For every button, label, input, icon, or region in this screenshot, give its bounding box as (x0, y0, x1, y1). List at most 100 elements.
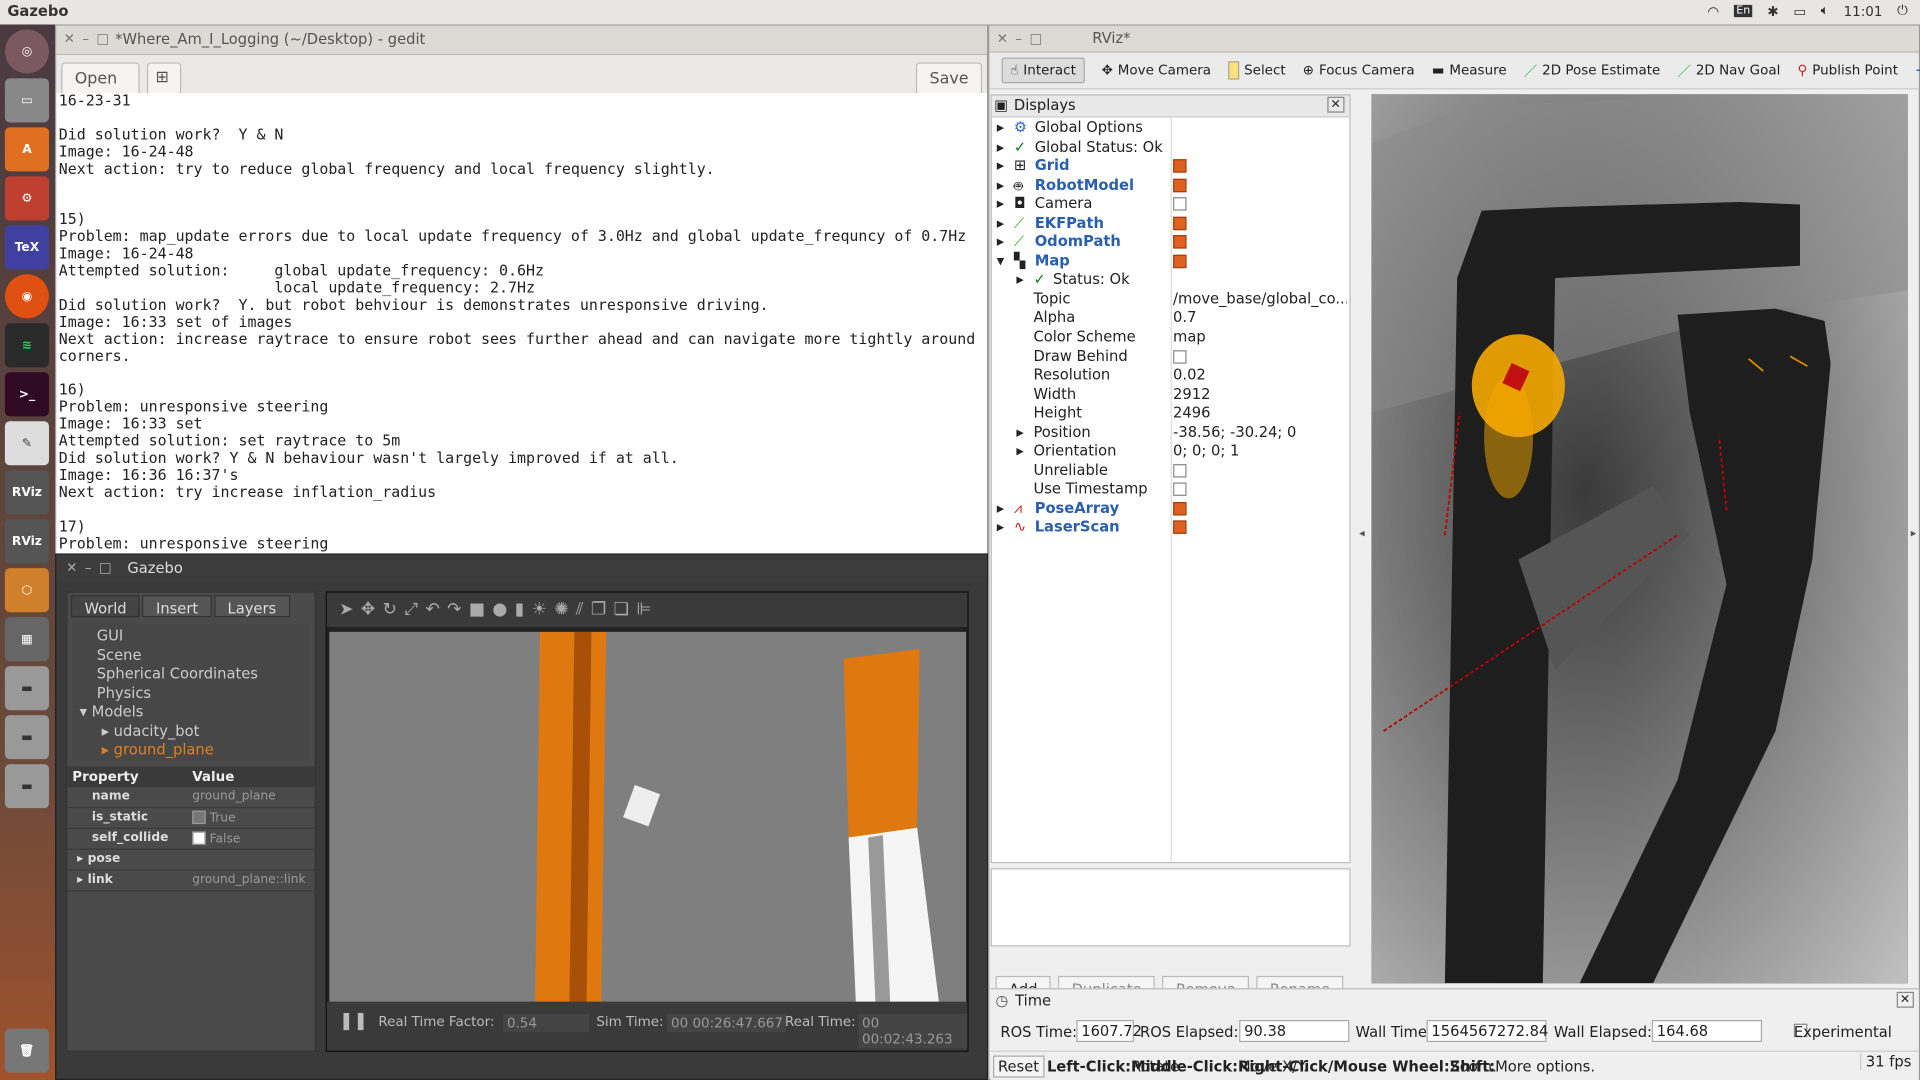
display-row[interactable]: Alpha 0.7 (992, 309, 1350, 328)
select-tool[interactable]: Select (1228, 61, 1286, 80)
table-row[interactable]: self_collide False (67, 829, 315, 850)
copy-icon[interactable]: ❐ (591, 600, 606, 620)
rviz-icon-2[interactable]: RViz (4, 519, 49, 564)
battery-icon[interactable]: ▭ (1793, 3, 1806, 19)
tree-item-model[interactable]: ▸ udacity_bot (72, 722, 310, 741)
drive-icon-3[interactable]: ▬ (4, 764, 49, 809)
collapse-right-icon[interactable]: ▸ (1911, 528, 1917, 540)
new-tab-button[interactable]: ⊞ (146, 62, 182, 96)
tree-item-physics[interactable]: Physics (72, 684, 310, 703)
focus-camera-tool[interactable]: ⊕ Focus Camera (1303, 62, 1415, 78)
tab-world[interactable]: World (71, 595, 141, 618)
table-row[interactable]: ▸ link ground_plane::link (67, 871, 315, 892)
display-row[interactable]: Unreliable (992, 461, 1350, 480)
checkbox[interactable] (1173, 482, 1187, 497)
paste-icon[interactable]: ❏ (614, 600, 629, 620)
drive-icon[interactable]: ▬ (4, 666, 49, 711)
spot-light-icon[interactable]: ✺ (554, 600, 568, 620)
display-row[interactable]: Topic/move_base/global_co... (992, 290, 1350, 309)
measure-tool[interactable]: ▬ Measure (1432, 62, 1507, 78)
point-light-icon[interactable]: ☀ (531, 600, 546, 620)
display-row[interactable]: ▸ ⟋ OdomPath (992, 233, 1350, 252)
checkbox[interactable] (1173, 349, 1187, 364)
checkbox[interactable] (1173, 501, 1187, 516)
wall-elapsed-field[interactable]: 164.68 (1651, 1020, 1763, 1043)
add-tool-button[interactable]: + (1915, 62, 1920, 78)
display-row[interactable]: ▸ Orientation 0; 0; 0; 1 (992, 442, 1350, 461)
tree-item-spherical[interactable]: Spherical Coordinates (72, 665, 310, 684)
display-row[interactable]: Height 2496 (992, 404, 1350, 423)
firefox-icon[interactable]: ◉ (4, 274, 49, 319)
volume-icon[interactable]: 🔈︎ (1821, 2, 1829, 19)
keyboard-layout-indicator[interactable]: En (1733, 4, 1753, 18)
scale-icon[interactable]: ⤢ (404, 600, 418, 620)
checkbox[interactable] (1173, 463, 1187, 478)
translate-icon[interactable]: ✥ (361, 600, 375, 620)
select-arrow-icon[interactable]: ➤ (339, 600, 353, 620)
open-button[interactable]: Open ▾ (61, 62, 140, 107)
display-row[interactable]: ▸ ✓ Status: Ok (992, 271, 1350, 290)
sphere-icon[interactable]: ● (492, 600, 507, 620)
tree-item-models[interactable]: ▾ Models (72, 703, 310, 722)
wifi-icon[interactable]: ◠ (1707, 3, 1719, 19)
display-row[interactable]: ▸ ⟋ EKFPath (992, 214, 1350, 233)
display-row[interactable]: ▸ ⊞ Grid (992, 157, 1350, 176)
rviz-3d-viewport[interactable] (1371, 94, 1908, 984)
directional-light-icon[interactable]: ⫽ (576, 600, 584, 620)
display-row[interactable]: Color Scheme map (992, 328, 1350, 347)
nav-goal-tool[interactable]: ／ 2D Nav Goal (1677, 61, 1780, 81)
checkbox[interactable] (1173, 216, 1187, 230)
display-row[interactable]: ▸ 🤖︎ RobotModel (992, 176, 1350, 195)
wall-time-field[interactable]: 1564567272.84 (1426, 1020, 1548, 1043)
display-row[interactable]: ▾ ▚ Map (992, 252, 1350, 271)
display-row[interactable]: ▸ ⩘ PoseArray (992, 500, 1350, 519)
table-row[interactable]: ▸ pose (67, 850, 315, 871)
bluetooth-icon[interactable]: ✱ (1767, 3, 1778, 19)
table-row[interactable]: name ground_plane (67, 787, 315, 809)
display-row[interactable]: ▸ ∿ LaserScan (992, 519, 1350, 538)
redo-icon[interactable]: ↷ (447, 600, 461, 620)
table-row[interactable]: is_static True (67, 808, 315, 829)
trash-icon[interactable]: 🗑︎ (4, 1028, 49, 1073)
checkbox[interactable] (1173, 178, 1187, 192)
terminal-icon[interactable]: >_ (4, 372, 49, 417)
interact-tool[interactable]: ☝ Interact (1001, 57, 1085, 84)
gazebo-scene[interactable] (329, 631, 967, 1005)
spotify-icon[interactable]: ≋ (4, 323, 49, 368)
pose-estimate-tool[interactable]: ／ 2D Pose Estimate (1524, 61, 1661, 81)
box-icon[interactable]: ■ (469, 600, 485, 620)
save-button[interactable]: Save (916, 62, 983, 96)
text-editor-icon[interactable]: ✎ (4, 421, 49, 466)
close-icon[interactable]: ✕ (1896, 991, 1914, 1008)
display-row[interactable]: Draw Behind (992, 347, 1350, 366)
display-row[interactable]: Resolution 0.02 (992, 366, 1350, 385)
window-controls[interactable]: ✕–□ (64, 31, 117, 47)
ros-elapsed-field[interactable]: 90.38 (1239, 1020, 1350, 1043)
workspace-icon[interactable]: ⬡ (4, 568, 49, 613)
ubuntu-dash-icon[interactable]: ◎ (4, 29, 49, 74)
power-icon[interactable]: ⏻ (1897, 2, 1908, 19)
display-row[interactable]: ▸ ◘ Camera (992, 195, 1350, 214)
clock[interactable]: 11:01 (1844, 3, 1883, 19)
tab-insert[interactable]: Insert (142, 595, 212, 618)
files-icon[interactable]: ▭ (4, 78, 49, 123)
cylinder-icon[interactable]: ▮ (515, 600, 524, 620)
checkbox[interactable] (1173, 197, 1187, 211)
gazebo-3d-view[interactable]: ➤ ✥ ↻ ⤢ ↶ ↷ ■ ● ▮ ☀ ✺ ⫽ ❐ ❏ ⊫ ❚❚ Real Ti… (325, 591, 969, 1052)
checkbox[interactable] (1173, 254, 1187, 268)
tree-item-model-selected[interactable]: ▸ ground_plane (72, 741, 310, 760)
undo-icon[interactable]: ↶ (425, 600, 439, 620)
display-row[interactable]: Use Timestamp (992, 480, 1350, 499)
workspaces-icon[interactable]: ▦ (4, 617, 49, 662)
pause-icon[interactable]: ❚❚ (339, 1011, 368, 1031)
tex-icon[interactable]: TeX (4, 225, 49, 270)
collapse-left-icon[interactable]: ◂ (1359, 528, 1365, 540)
software-center-icon[interactable]: A (4, 127, 49, 172)
text-editor[interactable]: 16-23-31 Did solution work? Y & N Image:… (56, 93, 987, 563)
display-row[interactable]: ▸ ✓ Global Status: Ok (992, 138, 1350, 157)
checkbox[interactable] (1173, 235, 1187, 249)
rotate-icon[interactable]: ↻ (383, 600, 397, 620)
tree-item-gui[interactable]: GUI (72, 627, 310, 646)
tree-item-scene[interactable]: Scene (72, 646, 310, 665)
settings-icon[interactable]: ⚙ (4, 176, 49, 221)
